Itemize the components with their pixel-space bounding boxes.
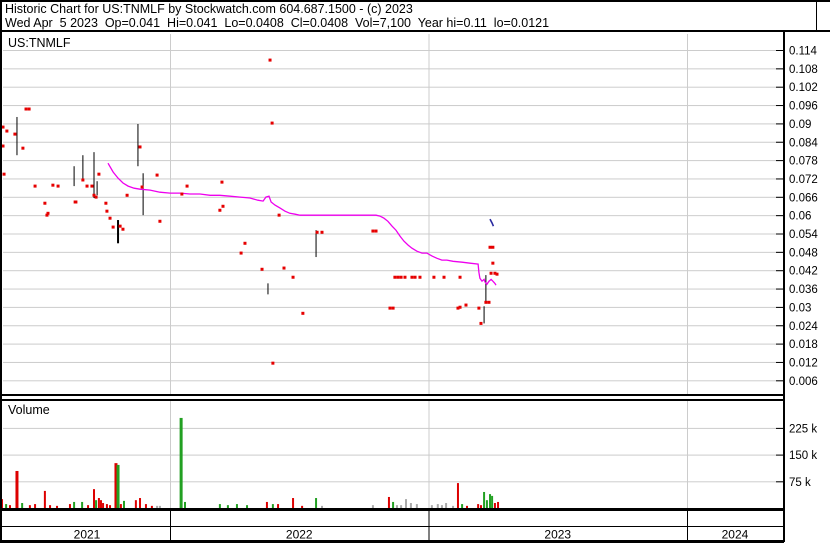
svg-text:225 k: 225 k [789,423,817,435]
svg-text:0.048: 0.048 [789,247,818,259]
svg-text:0.096: 0.096 [789,101,818,113]
volume-bars [0,417,500,508]
chart-canvas: 0.114 0.108 0.102 0.096 0.09 0.084 0.078 0.072 0… [0,0,830,543]
stock-chart-window: Historic Chart for US:TNMLF by Stockwatc… [0,0,830,543]
trade-price-dots [1,58,499,365]
svg-text:75 k: 75 k [789,477,811,489]
price-axis-labels: 0.114 0.108 0.102 0.096 0.09 0.084 0.078 0.072 0… [776,46,818,388]
svg-text:150 k: 150 k [789,450,817,462]
svg-text:0.066: 0.066 [789,192,818,204]
svg-text:0.024: 0.024 [789,321,818,333]
svg-text:0.036: 0.036 [789,284,818,296]
svg-text:0.102: 0.102 [789,82,818,94]
last-trade-marker [489,218,495,227]
svg-text:0.054: 0.054 [789,229,818,241]
svg-text:2021: 2021 [74,528,101,542]
svg-text:0.108: 0.108 [789,64,818,76]
svg-text:0.018: 0.018 [789,339,818,351]
svg-text:0.09: 0.09 [789,119,811,131]
gridlines [3,34,783,508]
svg-text:0.042: 0.042 [789,266,818,278]
price-range-bars [0,116,487,324]
svg-text:0.03: 0.03 [789,302,811,314]
svg-text:0.012: 0.012 [789,357,818,369]
svg-text:0.114: 0.114 [789,46,818,58]
svg-text:0.072: 0.072 [789,174,818,186]
svg-text:0.084: 0.084 [789,137,818,149]
volume-axis-labels: 225 k 150 k 75 k [776,423,817,489]
svg-text:0.078: 0.078 [789,156,818,168]
svg-text:0.006: 0.006 [789,376,818,388]
borders [0,0,830,543]
svg-text:2023: 2023 [544,528,571,542]
svg-text:2022: 2022 [286,528,313,542]
svg-text:2024: 2024 [722,528,749,542]
year-labels: 2021 2022 2023 2024 [74,528,749,542]
moving-average-line [107,162,497,286]
svg-text:0.06: 0.06 [789,211,811,223]
